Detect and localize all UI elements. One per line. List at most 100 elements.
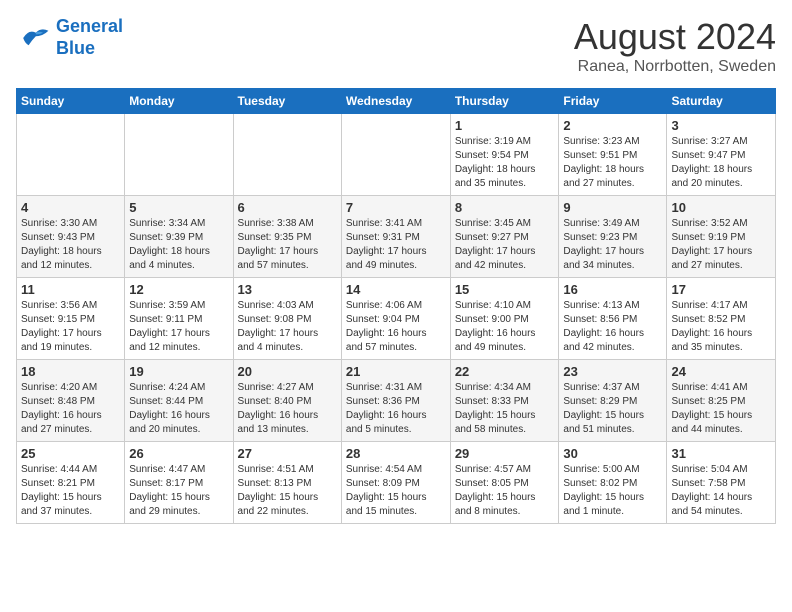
week-row-3: 11 Sunrise: 3:56 AM Sunset: 9:15 PM Dayli…	[17, 278, 776, 360]
day-info: Sunrise: 3:27 AM Sunset: 9:47 PM Dayligh…	[671, 135, 771, 191]
calendar-cell: 19Sunrise: 4:24 AM Sunset: 8:44 PM Dayli…	[125, 360, 233, 442]
day-info: Sunrise: 4:24 AM Sunset: 8:44 PM Dayligh…	[129, 381, 228, 437]
day-info: Sunrise: 3:34 AM Sunset: 9:39 PM Dayligh…	[129, 217, 228, 273]
day-info: Sunrise: 4:06 AM Sunset: 9:04 PM Dayligh…	[346, 299, 446, 355]
calendar-cell: 10 Sunrise: 3:52 AM Sunset: 9:19 PM Dayli…	[667, 196, 776, 278]
calendar-header-row: SundayMondayTuesdayWednesdayThursdayFrid…	[17, 89, 776, 114]
day-info: Sunrise: 4:20 AM Sunset: 8:48 PM Dayligh…	[21, 381, 120, 437]
calendar-cell: 3 Sunrise: 3:27 AM Sunset: 9:47 PM Daylig…	[667, 114, 776, 196]
day-number: 10	[671, 200, 771, 215]
calendar-cell	[233, 114, 341, 196]
calendar-cell: 23Sunrise: 4:37 AM Sunset: 8:29 PM Dayli…	[559, 360, 667, 442]
calendar-cell: 26 Sunrise: 4:47 AM Sunset: 8:17 PM Dayli…	[125, 442, 233, 524]
day-info: Sunrise: 3:23 AM Sunset: 9:51 PM Dayligh…	[563, 135, 662, 191]
calendar-cell: 28 Sunrise: 4:54 AM Sunset: 8:09 PM Dayli…	[341, 442, 450, 524]
week-row-2: 4Sunrise: 3:30 AM Sunset: 9:43 PM Daylig…	[17, 196, 776, 278]
calendar-cell: 31 Sunrise: 5:04 AM Sunset: 7:58 PM Dayli…	[667, 442, 776, 524]
calendar-cell	[341, 114, 450, 196]
calendar-cell	[17, 114, 125, 196]
day-info: Sunrise: 3:19 AM Sunset: 9:54 PM Dayligh…	[455, 135, 555, 191]
day-info: Sunrise: 3:38 AM Sunset: 9:35 PM Dayligh…	[238, 217, 337, 273]
calendar-cell: 11 Sunrise: 3:56 AM Sunset: 9:15 PM Dayli…	[17, 278, 125, 360]
calendar-cell: 9 Sunrise: 3:49 AM Sunset: 9:23 PM Daylig…	[559, 196, 667, 278]
day-number: 22	[455, 364, 555, 379]
day-info: Sunrise: 4:10 AM Sunset: 9:00 PM Dayligh…	[455, 299, 555, 355]
day-info: Sunrise: 3:49 AM Sunset: 9:23 PM Dayligh…	[563, 217, 662, 273]
day-info: Sunrise: 5:00 AM Sunset: 8:02 PM Dayligh…	[563, 463, 662, 519]
col-header-wednesday: Wednesday	[341, 89, 450, 114]
logo: General Blue	[16, 16, 123, 59]
calendar-cell	[125, 114, 233, 196]
day-number: 20	[238, 364, 337, 379]
calendar-cell: 21 Sunrise: 4:31 AM Sunset: 8:36 PM Dayli…	[341, 360, 450, 442]
week-row-1: 1Sunrise: 3:19 AM Sunset: 9:54 PM Daylig…	[17, 114, 776, 196]
day-number: 24	[671, 364, 771, 379]
day-info: Sunrise: 4:54 AM Sunset: 8:09 PM Dayligh…	[346, 463, 446, 519]
calendar-cell: 17 Sunrise: 4:17 AM Sunset: 8:52 PM Dayli…	[667, 278, 776, 360]
day-number: 15	[455, 282, 555, 297]
calendar-cell: 22 Sunrise: 4:34 AM Sunset: 8:33 PM Dayli…	[450, 360, 559, 442]
day-number: 12	[129, 282, 228, 297]
day-number: 30	[563, 446, 662, 461]
day-number: 26	[129, 446, 228, 461]
day-info: Sunrise: 3:56 AM Sunset: 9:15 PM Dayligh…	[21, 299, 120, 355]
calendar-cell: 16Sunrise: 4:13 AM Sunset: 8:56 PM Dayli…	[559, 278, 667, 360]
week-row-4: 18 Sunrise: 4:20 AM Sunset: 8:48 PM Dayli…	[17, 360, 776, 442]
calendar-cell: 15 Sunrise: 4:10 AM Sunset: 9:00 PM Dayli…	[450, 278, 559, 360]
day-info: Sunrise: 4:03 AM Sunset: 9:08 PM Dayligh…	[238, 299, 337, 355]
day-number: 5	[129, 200, 228, 215]
calendar-cell: 25 Sunrise: 4:44 AM Sunset: 8:21 PM Dayli…	[17, 442, 125, 524]
day-info: Sunrise: 4:34 AM Sunset: 8:33 PM Dayligh…	[455, 381, 555, 437]
day-number: 31	[671, 446, 771, 461]
day-info: Sunrise: 4:31 AM Sunset: 8:36 PM Dayligh…	[346, 381, 446, 437]
calendar-cell: 27Sunrise: 4:51 AM Sunset: 8:13 PM Dayli…	[233, 442, 341, 524]
day-number: 4	[21, 200, 120, 215]
calendar-cell: 7 Sunrise: 3:41 AM Sunset: 9:31 PM Daylig…	[341, 196, 450, 278]
day-number: 29	[455, 446, 555, 461]
title-block: August 2024 Ranea, Norrbotten, Sweden	[574, 16, 776, 76]
calendar-cell: 1Sunrise: 3:19 AM Sunset: 9:54 PM Daylig…	[450, 114, 559, 196]
day-number: 7	[346, 200, 446, 215]
page-header: General Blue August 2024 Ranea, Norrbott…	[16, 16, 776, 76]
day-number: 25	[21, 446, 120, 461]
calendar-cell: 18 Sunrise: 4:20 AM Sunset: 8:48 PM Dayli…	[17, 360, 125, 442]
logo-text: General Blue	[56, 16, 123, 59]
day-info: Sunrise: 4:37 AM Sunset: 8:29 PM Dayligh…	[563, 381, 662, 437]
day-number: 14	[346, 282, 446, 297]
page-title: August 2024	[574, 16, 776, 58]
day-info: Sunrise: 3:45 AM Sunset: 9:27 PM Dayligh…	[455, 217, 555, 273]
day-info: Sunrise: 5:04 AM Sunset: 7:58 PM Dayligh…	[671, 463, 771, 519]
calendar-cell: 13 Sunrise: 4:03 AM Sunset: 9:08 PM Dayli…	[233, 278, 341, 360]
day-number: 9	[563, 200, 662, 215]
week-row-5: 25 Sunrise: 4:44 AM Sunset: 8:21 PM Dayli…	[17, 442, 776, 524]
day-number: 13	[238, 282, 337, 297]
calendar-cell: 29 Sunrise: 4:57 AM Sunset: 8:05 PM Dayli…	[450, 442, 559, 524]
calendar-cell: 30 Sunrise: 5:00 AM Sunset: 8:02 PM Dayli…	[559, 442, 667, 524]
logo-icon	[16, 20, 52, 56]
day-info: Sunrise: 4:17 AM Sunset: 8:52 PM Dayligh…	[671, 299, 771, 355]
col-header-saturday: Saturday	[667, 89, 776, 114]
day-info: Sunrise: 4:44 AM Sunset: 8:21 PM Dayligh…	[21, 463, 120, 519]
calendar-cell: 12 Sunrise: 3:59 AM Sunset: 9:11 PM Dayli…	[125, 278, 233, 360]
day-number: 8	[455, 200, 555, 215]
day-number: 21	[346, 364, 446, 379]
col-header-monday: Monday	[125, 89, 233, 114]
day-info: Sunrise: 3:59 AM Sunset: 9:11 PM Dayligh…	[129, 299, 228, 355]
calendar-table: SundayMondayTuesdayWednesdayThursdayFrid…	[16, 88, 776, 524]
calendar-cell: 2Sunrise: 3:23 AM Sunset: 9:51 PM Daylig…	[559, 114, 667, 196]
day-info: Sunrise: 4:57 AM Sunset: 8:05 PM Dayligh…	[455, 463, 555, 519]
day-number: 28	[346, 446, 446, 461]
day-number: 3	[671, 118, 771, 133]
calendar-cell: 8 Sunrise: 3:45 AM Sunset: 9:27 PM Daylig…	[450, 196, 559, 278]
calendar-cell: 14 Sunrise: 4:06 AM Sunset: 9:04 PM Dayli…	[341, 278, 450, 360]
day-number: 18	[21, 364, 120, 379]
day-info: Sunrise: 4:51 AM Sunset: 8:13 PM Dayligh…	[238, 463, 337, 519]
day-info: Sunrise: 4:41 AM Sunset: 8:25 PM Dayligh…	[671, 381, 771, 437]
calendar-cell: 5 Sunrise: 3:34 AM Sunset: 9:39 PM Daylig…	[125, 196, 233, 278]
day-number: 11	[21, 282, 120, 297]
day-info: Sunrise: 3:41 AM Sunset: 9:31 PM Dayligh…	[346, 217, 446, 273]
day-info: Sunrise: 3:52 AM Sunset: 9:19 PM Dayligh…	[671, 217, 771, 273]
day-number: 17	[671, 282, 771, 297]
col-header-thursday: Thursday	[450, 89, 559, 114]
day-info: Sunrise: 4:47 AM Sunset: 8:17 PM Dayligh…	[129, 463, 228, 519]
